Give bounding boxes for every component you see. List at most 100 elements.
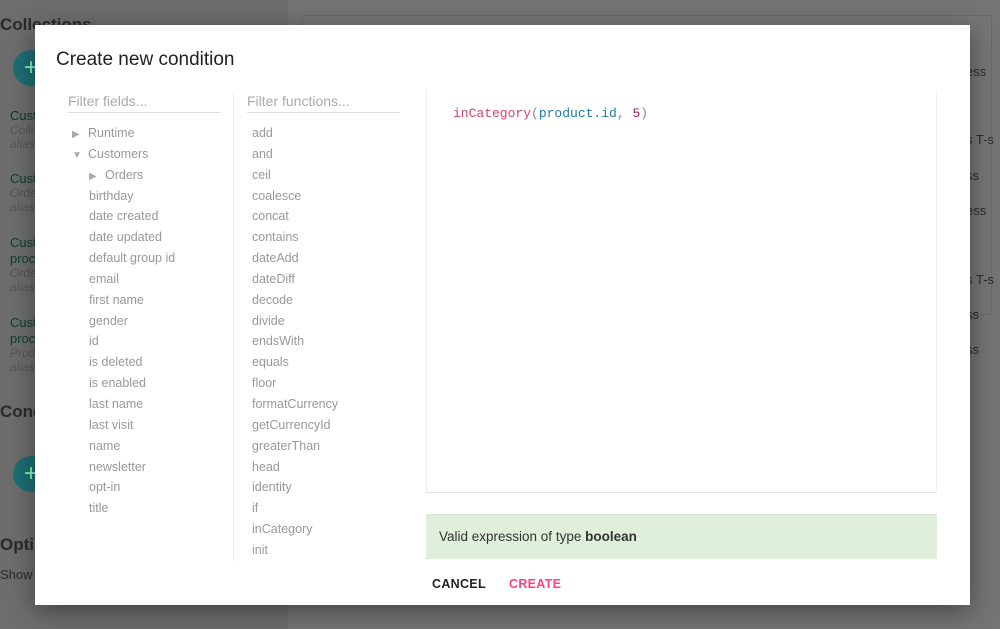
show-label: Show [0,567,33,582]
function-item[interactable]: and [252,144,400,165]
code-identifier: product.id [538,106,617,121]
column-divider [233,91,234,561]
field-item[interactable]: last name [68,394,221,415]
function-item[interactable]: greaterThan [252,436,400,457]
field-label: birthday [89,188,134,203]
function-item[interactable]: getCurrencyId [252,415,400,436]
field-label: last visit [89,417,134,432]
collection-sub: Colle [10,123,38,137]
field-item[interactable]: id [68,331,221,352]
field-item[interactable]: email [68,269,221,290]
function-item[interactable]: dateDiff [252,269,400,290]
collection-title[interactable]: Cust [10,235,37,250]
field-item[interactable]: ▼ Customers [68,144,221,165]
filter-functions-input[interactable] [247,87,400,113]
function-item[interactable]: endsWith [252,331,400,352]
field-item[interactable]: date created [68,206,221,227]
field-label: title [89,501,109,516]
table-cell-fragment: s T-s [966,132,994,147]
function-item[interactable]: coalesce [252,186,400,207]
function-item[interactable]: init [252,540,400,561]
collection-alias: alias [10,360,35,374]
create-condition-dialog: Create new condition ▶Runtime▼Customers▶… [35,25,970,605]
table-cell-fragment: s T-s [966,272,994,287]
field-label: email [89,271,119,286]
function-item[interactable]: equals [252,352,400,373]
code-paren: ( [531,106,539,121]
code-function: inCategory [453,106,532,121]
collection-alias: alias [10,137,35,151]
collection-sub: Prod [10,346,36,360]
dialog-title: Create new condition [56,49,235,70]
cancel-button[interactable]: CANCEL [432,577,486,591]
fields-panel: ▶Runtime▼Customers▶Ordersbirthdaydate cr… [68,87,221,519]
field-label: gender [89,313,128,328]
options-heading: Opti [0,535,34,554]
field-item[interactable]: title [68,498,221,519]
validation-text: Valid expression of type [439,529,586,544]
field-item[interactable]: default group id [68,248,221,269]
field-label: name [89,438,121,453]
function-item[interactable]: add [252,123,400,144]
validation-type: boolean [585,529,637,544]
function-item[interactable]: dateAdd [252,248,400,269]
function-item[interactable]: ceil [252,165,400,186]
functions-panel: addandceilcoalesceconcatcontainsdateAddd… [247,87,400,561]
collection-title[interactable]: Cust [10,315,37,330]
field-label: id [89,334,99,349]
field-label: last name [89,396,144,411]
filter-fields-input[interactable] [68,87,221,113]
field-label: default group id [89,251,176,266]
collection-title-line2[interactable]: proc [10,331,35,346]
field-label: first name [89,292,144,307]
field-item[interactable]: date updated [68,227,221,248]
field-item[interactable]: ▶ Runtime [68,123,221,144]
field-item[interactable]: is enabled [68,373,221,394]
field-item[interactable]: gender [68,311,221,332]
field-item[interactable]: first name [68,290,221,311]
function-item[interactable]: inCategory [252,519,400,540]
functions-list: add and ceil coalesce concat contains dateAdd d… [247,123,400,561]
function-item[interactable]: divide [252,311,400,332]
function-item[interactable]: floor [252,373,400,394]
collection-sub: Orde [10,266,37,280]
field-item[interactable]: last visit [68,415,221,436]
field-item[interactable]: opt-in [68,477,221,498]
collection-sub: Orde [10,186,37,200]
expression-editor[interactable]: inCategory(product.id, 5) [426,90,937,493]
function-item[interactable]: head [252,457,400,478]
field-label: newsletter [89,459,146,474]
collection-title-line2[interactable]: proc [10,251,35,266]
field-label: Orders [105,167,144,182]
caret-right-icon[interactable]: ▶ [89,167,105,188]
function-item[interactable]: formatCurrency [252,394,400,415]
function-item[interactable]: contains [252,227,400,248]
function-item[interactable]: if [252,498,400,519]
code-paren: ) [640,106,649,121]
field-label: date updated [89,230,162,245]
field-label: is deleted [89,355,143,370]
caret-down-icon[interactable]: ▼ [72,146,88,167]
code-separator: , [616,106,633,121]
field-item[interactable]: birthday [68,186,221,207]
collection-title[interactable]: Cust [10,108,37,123]
field-item[interactable]: newsletter [68,457,221,478]
collection-title[interactable]: Cust [10,171,37,186]
function-item[interactable]: identity [252,477,400,498]
collection-alias: alias [10,280,35,294]
field-label: Runtime [88,126,135,140]
field-item[interactable]: name [68,436,221,457]
field-label: Customers [88,146,149,161]
caret-right-icon[interactable]: ▶ [72,125,88,146]
field-label: date created [89,209,159,224]
field-item[interactable]: ▶ Orders [68,165,221,186]
field-label: is enabled [89,376,146,391]
validation-message: Valid expression of type boolean [426,514,937,559]
field-label: opt-in [89,480,121,495]
expression-code[interactable]: inCategory(product.id, 5) [453,106,648,121]
field-item[interactable]: is deleted [68,352,221,373]
function-item[interactable]: concat [252,206,400,227]
fields-list: ▶ Runtime ▼ Customers ▶ Orders birthday date cr… [68,123,221,519]
create-button[interactable]: CREATE [509,577,561,591]
function-item[interactable]: decode [252,290,400,311]
